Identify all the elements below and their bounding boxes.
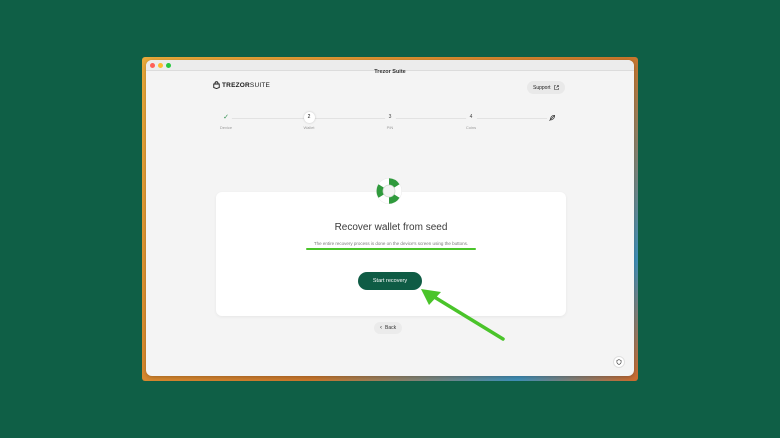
lock-icon xyxy=(213,81,220,89)
minimize-window-button[interactable] xyxy=(158,63,163,68)
lifebuoy-icon xyxy=(376,178,402,204)
shield-icon xyxy=(616,359,622,365)
step-label: Device xyxy=(219,125,233,130)
check-icon: ✓ xyxy=(220,112,232,123)
back-button[interactable]: ‹ Back xyxy=(374,322,403,334)
title-bar: Trezor Suite xyxy=(146,60,634,75)
window-controls xyxy=(150,63,171,68)
highlight-underline xyxy=(306,248,476,250)
app-window: Trezor Suite TREZORSUITE Support ✓ Devic… xyxy=(146,60,634,376)
step-label: Coins xyxy=(465,125,477,130)
chevron-left-icon: ‹ xyxy=(380,325,382,331)
step-wallet: 2 Wallet xyxy=(289,112,329,130)
logo-text: TREZORSUITE xyxy=(222,81,271,89)
maximize-window-button[interactable] xyxy=(166,63,171,68)
support-button[interactable]: Support xyxy=(527,81,565,94)
step-pin: 3 PIN xyxy=(370,112,410,130)
step-number: 3 xyxy=(384,112,396,123)
step-label: Wallet xyxy=(303,125,315,130)
step-device: ✓ Device xyxy=(206,112,246,130)
annotation-arrow-icon xyxy=(421,289,505,341)
back-label: Back xyxy=(385,325,397,331)
close-window-button[interactable] xyxy=(150,63,155,68)
step-final-marker xyxy=(546,112,558,123)
step-label: PIN xyxy=(386,125,394,130)
trezor-logo: TREZORSUITE xyxy=(213,81,270,89)
card-description: The entire recovery process is done on t… xyxy=(313,241,469,246)
external-link-icon xyxy=(553,85,559,90)
card-title: Recover wallet from seed xyxy=(334,222,448,233)
support-label: Support xyxy=(533,84,551,91)
step-number: 2 xyxy=(303,112,315,123)
help-button[interactable] xyxy=(613,356,625,368)
window-title: Trezor Suite xyxy=(374,69,406,75)
feather-icon xyxy=(549,114,556,121)
step-final xyxy=(532,112,572,123)
onboarding-stepper: ✓ Device 2 Wallet 3 PIN 4 Coins xyxy=(206,112,576,136)
step-coins: 4 Coins xyxy=(451,112,491,130)
recovery-card: Recover wallet from seed The entire reco… xyxy=(216,192,566,316)
start-recovery-button[interactable]: Start recovery xyxy=(358,272,422,290)
step-number: 4 xyxy=(465,112,477,123)
